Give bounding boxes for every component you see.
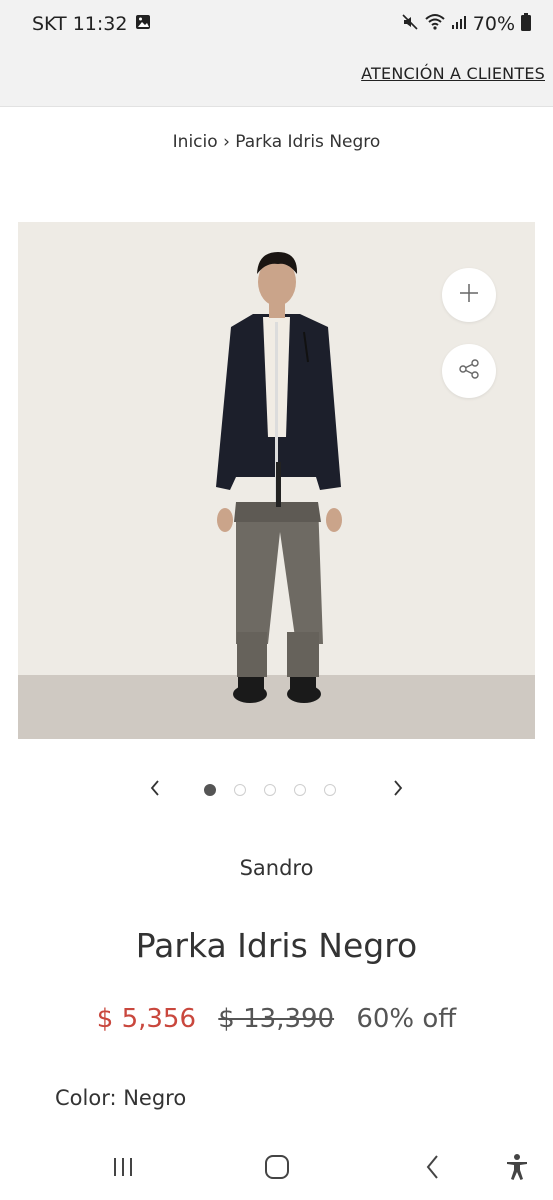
share-button[interactable] [442, 344, 496, 398]
carrier-time: SKT 11:32 [32, 13, 128, 35]
zoom-button[interactable] [442, 268, 496, 322]
system-nav-bar [0, 1138, 553, 1200]
customer-service-link[interactable]: ATENCIÓN A CLIENTES [361, 64, 545, 83]
carousel-dots [204, 784, 336, 796]
accessibility-button[interactable] [500, 1152, 534, 1186]
status-right: 70% [401, 12, 531, 36]
recents-button[interactable] [106, 1152, 140, 1186]
battery-percent: 70% [472, 13, 515, 35]
color-label: Color: Negro [55, 1086, 187, 1110]
product-brand: Sandro [239, 856, 314, 880]
prev-image-button[interactable] [143, 776, 167, 804]
signal-icon [451, 13, 467, 35]
product-title: Parka Idris Negro [135, 926, 418, 965]
chevron-left-icon [149, 779, 161, 801]
mute-icon [401, 13, 419, 36]
breadcrumb-current: Parka Idris Negro [235, 132, 381, 152]
price-row: $ 5,356 $ 13,390 60% off [0, 1004, 553, 1034]
chevron-right-icon [392, 779, 404, 801]
home-button[interactable] [260, 1152, 294, 1186]
home-icon [264, 1154, 290, 1184]
back-icon [425, 1154, 441, 1184]
sale-price: $ 5,356 [96, 1004, 197, 1034]
carousel-dot[interactable] [294, 784, 306, 796]
carousel-dot[interactable] [264, 784, 276, 796]
top-header: ATENCIÓN A CLIENTES [0, 48, 553, 107]
recents-icon [110, 1155, 136, 1183]
accessibility-icon [505, 1153, 529, 1185]
image-carousel [0, 774, 553, 806]
product-image[interactable] [18, 222, 535, 739]
back-button[interactable] [416, 1152, 450, 1186]
carousel-dot[interactable] [234, 784, 246, 796]
status-bar: SKT 11:32 70% [0, 0, 553, 48]
wifi-icon [425, 13, 445, 36]
share-icon [457, 357, 481, 385]
carousel-dot[interactable] [204, 784, 216, 796]
next-image-button[interactable] [386, 776, 410, 804]
battery-icon [521, 12, 531, 36]
carousel-dot[interactable] [324, 784, 336, 796]
original-price: $ 13,390 [218, 1004, 335, 1034]
breadcrumb-home[interactable]: Inicio [173, 132, 218, 152]
breadcrumb: Inicio › Parka Idris Negro [0, 132, 553, 152]
gallery-icon [135, 13, 151, 35]
discount-label: 60% off [356, 1004, 457, 1034]
status-left: SKT 11:32 [32, 13, 151, 35]
breadcrumb-separator: › [223, 132, 230, 152]
plus-icon [458, 282, 480, 308]
